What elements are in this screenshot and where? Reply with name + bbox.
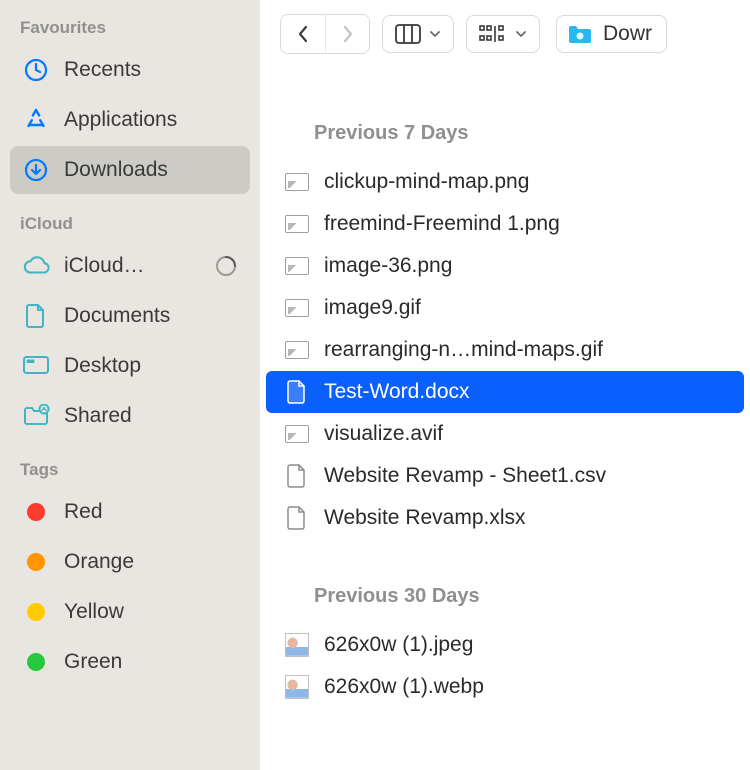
chevron-down-icon bbox=[429, 29, 441, 39]
cloud-icon bbox=[22, 252, 50, 280]
folder-icon bbox=[567, 23, 593, 45]
file-name: image-36.png bbox=[324, 254, 452, 278]
sidebar-section-icloud: iCloud bbox=[10, 206, 250, 240]
view-mode-button[interactable] bbox=[382, 15, 454, 53]
file-row[interactable]: 626x0w (1).webp bbox=[266, 666, 744, 708]
sidebar-item-shared[interactable]: Shared bbox=[10, 392, 250, 440]
file-row[interactable]: Website Revamp - Sheet1.csv bbox=[266, 455, 744, 497]
file-name: Test-Word.docx bbox=[324, 380, 470, 404]
sidebar-item-label: Applications bbox=[64, 108, 238, 132]
sidebar-item-label: Yellow bbox=[64, 600, 238, 624]
file-name: clickup-mind-map.png bbox=[324, 170, 529, 194]
document-file-icon bbox=[287, 506, 307, 530]
sidebar-item-documents[interactable]: Documents bbox=[10, 292, 250, 340]
path-button[interactable]: Dowr bbox=[556, 15, 667, 53]
group-header: Previous 7 Days bbox=[260, 112, 750, 161]
sidebar-item-label: Recents bbox=[64, 58, 238, 82]
chevron-down-icon bbox=[515, 29, 527, 39]
sidebar-section-favourites: Favourites bbox=[10, 10, 250, 44]
file-name: 626x0w (1).jpeg bbox=[324, 633, 473, 657]
clock-icon bbox=[22, 56, 50, 84]
desktop-icon bbox=[22, 352, 50, 380]
image-file-icon bbox=[285, 341, 309, 359]
file-name: freemind-Freemind 1.png bbox=[324, 212, 560, 236]
sync-progress-icon bbox=[214, 254, 238, 278]
image-file-icon bbox=[285, 215, 309, 233]
sidebar: Favourites Recents Applications bbox=[0, 0, 260, 770]
file-row[interactable]: freemind-Freemind 1.png bbox=[266, 203, 744, 245]
file-row[interactable]: image-36.png bbox=[266, 245, 744, 287]
file-row[interactable]: Website Revamp.xlsx bbox=[266, 497, 744, 539]
main-pane: Dowr Previous 7 Days clickup-mind-map.png… bbox=[260, 0, 750, 770]
sidebar-item-label: Orange bbox=[64, 550, 238, 574]
sidebar-item-icloud-drive[interactable]: iCloud… bbox=[10, 242, 250, 290]
sidebar-item-tag-orange[interactable]: Orange bbox=[10, 538, 250, 586]
tag-dot-icon bbox=[22, 598, 50, 626]
file-name: 626x0w (1).webp bbox=[324, 675, 484, 699]
chevron-right-icon bbox=[341, 25, 355, 43]
group-header: Previous 30 Days bbox=[260, 575, 750, 624]
shared-folder-icon bbox=[22, 402, 50, 430]
document-file-icon bbox=[287, 464, 307, 488]
path-label: Dowr bbox=[603, 22, 652, 46]
file-row[interactable]: 626x0w (1).jpeg bbox=[266, 624, 744, 666]
sidebar-item-label: Red bbox=[64, 500, 238, 524]
file-name: image9.gif bbox=[324, 296, 421, 320]
download-icon bbox=[22, 156, 50, 184]
tag-dot-icon bbox=[22, 648, 50, 676]
back-button[interactable] bbox=[281, 15, 325, 53]
file-row[interactable]: visualize.avif bbox=[266, 413, 744, 455]
sidebar-item-label: Desktop bbox=[64, 354, 238, 378]
sidebar-item-tag-yellow[interactable]: Yellow bbox=[10, 588, 250, 636]
file-name: Website Revamp.xlsx bbox=[324, 506, 526, 530]
group-mode-button[interactable] bbox=[466, 15, 540, 53]
chevron-left-icon bbox=[296, 25, 310, 43]
grid-group-icon bbox=[479, 24, 507, 44]
nav-seg bbox=[280, 14, 370, 54]
sidebar-item-label: Documents bbox=[64, 304, 238, 328]
image-thumb-icon bbox=[285, 633, 309, 657]
sidebar-item-desktop[interactable]: Desktop bbox=[10, 342, 250, 390]
file-name: Website Revamp - Sheet1.csv bbox=[324, 464, 606, 488]
tag-dot-icon bbox=[22, 498, 50, 526]
sidebar-item-applications[interactable]: Applications bbox=[10, 96, 250, 144]
file-row[interactable]: image9.gif bbox=[266, 287, 744, 329]
image-file-icon bbox=[285, 173, 309, 191]
toolbar: Dowr bbox=[260, 0, 750, 68]
appstore-icon bbox=[22, 106, 50, 134]
doc-icon bbox=[22, 302, 50, 330]
sidebar-item-downloads[interactable]: Downloads bbox=[10, 146, 250, 194]
sidebar-item-label: Shared bbox=[64, 404, 238, 428]
columns-icon bbox=[395, 24, 421, 44]
sidebar-item-label: iCloud… bbox=[64, 254, 200, 278]
tag-dot-icon bbox=[22, 548, 50, 576]
sidebar-item-label: Downloads bbox=[64, 158, 238, 182]
file-list[interactable]: Previous 7 Days clickup-mind-map.png freem… bbox=[260, 68, 750, 770]
forward-button[interactable] bbox=[325, 15, 369, 53]
file-row[interactable]: clickup-mind-map.png bbox=[266, 161, 744, 203]
sidebar-section-tags: Tags bbox=[10, 452, 250, 486]
file-name: visualize.avif bbox=[324, 422, 443, 446]
file-row[interactable]: rearranging-n…mind-maps.gif bbox=[266, 329, 744, 371]
sidebar-item-recents[interactable]: Recents bbox=[10, 46, 250, 94]
image-file-icon bbox=[285, 257, 309, 275]
sidebar-item-label: Green bbox=[64, 650, 238, 674]
image-file-icon bbox=[285, 425, 309, 443]
sidebar-item-tag-green[interactable]: Green bbox=[10, 638, 250, 686]
sidebar-item-tag-red[interactable]: Red bbox=[10, 488, 250, 536]
file-row[interactable]: Test-Word.docx bbox=[266, 371, 744, 413]
image-thumb-icon bbox=[285, 675, 309, 699]
file-name: rearranging-n…mind-maps.gif bbox=[324, 338, 603, 362]
image-file-icon bbox=[285, 299, 309, 317]
document-file-icon bbox=[287, 380, 307, 404]
